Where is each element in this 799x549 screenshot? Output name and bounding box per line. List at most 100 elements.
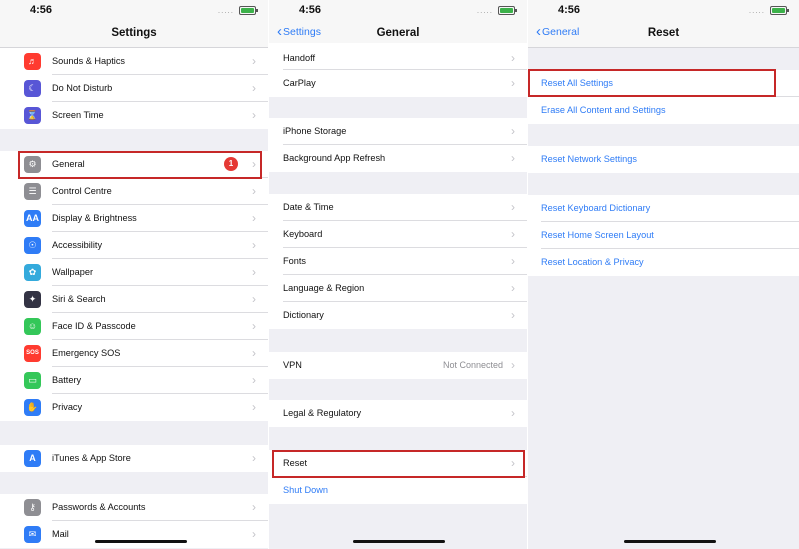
mail-icon: ✉ <box>24 526 41 543</box>
settings-item-emergency-sos[interactable]: SOS Emergency SOS › <box>0 340 268 367</box>
settings-item-label: Privacy <box>52 402 83 412</box>
settings-item-label: Emergency SOS <box>52 348 121 358</box>
accessibility-icon: ☉ <box>24 237 41 254</box>
general-item-vpn[interactable]: VPN Not Connected › <box>269 352 527 379</box>
signal-icon: ..... <box>748 6 765 15</box>
chevron-right-icon: › <box>252 184 256 198</box>
gear-icon: ⚙ <box>24 156 41 173</box>
general-item-label: Keyboard <box>283 229 323 239</box>
general-item-legal[interactable]: Legal & Regulatory › <box>269 400 527 427</box>
signal-icon: ..... <box>217 6 234 15</box>
settings-item-mail[interactable]: ✉ Mail › <box>0 521 268 548</box>
reset-item-label: Reset Location & Privacy <box>541 257 644 267</box>
settings-item-passwords[interactable]: ⚷ Passwords & Accounts › <box>0 494 268 521</box>
general-screen: 4:56 ..... ‹Settings General Handoff › C… <box>269 0 527 549</box>
general-item-label: CarPlay <box>283 78 316 88</box>
reset-item-label: Erase All Content and Settings <box>541 105 666 115</box>
general-item-reset[interactable]: Reset › <box>269 450 527 477</box>
chevron-right-icon: › <box>511 151 515 165</box>
general-item-background-refresh[interactable]: Background App Refresh › <box>269 145 527 172</box>
general-item-label: Dictionary <box>283 310 324 320</box>
general-item-label: Reset <box>283 458 308 468</box>
chevron-right-icon: › <box>252 81 256 95</box>
settings-item-control-centre[interactable]: ☰ Control Centre › <box>0 178 268 205</box>
settings-item-display[interactable]: AA Display & Brightness › <box>0 205 268 232</box>
chevron-right-icon: › <box>511 124 515 138</box>
status-bar: 4:56 ..... <box>528 0 799 20</box>
chevron-right-icon: › <box>252 108 256 122</box>
chevron-right-icon: › <box>252 373 256 387</box>
settings-item-do-not-disturb[interactable]: ☾ Do Not Disturb › <box>0 75 268 102</box>
settings-item-face-id[interactable]: ☺ Face ID & Passcode › <box>0 313 268 340</box>
status-time: 4:56 <box>558 4 581 16</box>
settings-item-label: Do Not Disturb <box>52 83 113 93</box>
siri-icon: ✦ <box>24 291 41 308</box>
reset-item-label: Reset All Settings <box>541 78 614 88</box>
chevron-right-icon: › <box>511 281 515 295</box>
settings-item-sounds[interactable]: ♬ Sounds & Haptics › <box>0 48 268 75</box>
general-item-iphone-storage[interactable]: iPhone Storage › <box>269 118 527 145</box>
settings-item-siri[interactable]: ✦ Siri & Search › <box>0 286 268 313</box>
chevron-right-icon: › <box>511 227 515 241</box>
general-item-handoff[interactable]: Handoff › <box>269 43 527 70</box>
chevron-right-icon: › <box>252 292 256 306</box>
settings-item-accessibility[interactable]: ☉ Accessibility › <box>0 232 268 259</box>
speaker-icon: ♬ <box>24 53 41 70</box>
settings-item-label: Battery <box>52 375 82 385</box>
chevron-right-icon: › <box>252 211 256 225</box>
settings-item-battery[interactable]: ▭ Battery › <box>0 367 268 394</box>
status-time: 4:56 <box>299 4 322 16</box>
settings-item-label: Face ID & Passcode <box>52 321 136 331</box>
general-item-label: Background App Refresh <box>283 153 386 163</box>
shut-down-button[interactable]: Shut Down <box>269 477 527 504</box>
chevron-right-icon: › <box>511 358 515 372</box>
settings-item-general[interactable]: ⚙ General 1 › <box>0 151 268 178</box>
notification-badge: 1 <box>224 157 238 171</box>
general-item-date-time[interactable]: Date & Time › <box>269 194 527 221</box>
chevron-right-icon: › <box>252 400 256 414</box>
settings-item-label: General <box>52 159 85 169</box>
settings-item-label: Accessibility <box>52 240 103 250</box>
reset-network-settings-button[interactable]: Reset Network Settings <box>528 146 799 173</box>
general-item-keyboard[interactable]: Keyboard › <box>269 221 527 248</box>
hand-icon: ✋ <box>24 399 41 416</box>
battery-icon: ▭ <box>24 372 41 389</box>
status-bar: 4:56 ..... <box>269 0 527 20</box>
settings-item-label: Screen Time <box>52 110 104 120</box>
reset-home-screen-layout-button[interactable]: Reset Home Screen Layout <box>528 222 799 249</box>
chevron-right-icon: › <box>252 527 256 541</box>
reset-keyboard-dictionary-button[interactable]: Reset Keyboard Dictionary <box>528 195 799 222</box>
page-title: General <box>376 27 420 39</box>
settings-item-wallpaper[interactable]: ✿ Wallpaper › <box>0 259 268 286</box>
reset-item-label: Reset Keyboard Dictionary <box>541 203 651 213</box>
general-item-carplay[interactable]: CarPlay › <box>269 70 527 97</box>
nav-bar: ‹General Reset <box>528 20 799 48</box>
general-item-language-region[interactable]: Language & Region › <box>269 275 527 302</box>
chevron-right-icon: › <box>252 451 256 465</box>
reset-screen: 4:56 ..... ‹General Reset Reset All Sett… <box>528 0 799 549</box>
chevron-right-icon: › <box>252 319 256 333</box>
flower-icon: ✿ <box>24 264 41 281</box>
home-indicator <box>624 540 716 543</box>
reset-location-privacy-button[interactable]: Reset Location & Privacy <box>528 249 799 276</box>
page-title: Settings <box>111 27 157 39</box>
reset-all-settings-button[interactable]: Reset All Settings <box>528 70 799 97</box>
home-indicator <box>95 540 187 543</box>
chevron-right-icon: › <box>252 265 256 279</box>
settings-item-label: Passwords & Accounts <box>52 502 146 512</box>
status-time: 4:56 <box>30 4 53 16</box>
general-item-dictionary[interactable]: Dictionary › <box>269 302 527 329</box>
reset-item-label: Reset Home Screen Layout <box>541 230 654 240</box>
general-item-fonts[interactable]: Fonts › <box>269 248 527 275</box>
hourglass-icon: ⌛ <box>24 107 41 124</box>
general-item-label: Date & Time <box>283 202 334 212</box>
settings-item-label: iTunes & App Store <box>52 453 131 463</box>
settings-item-privacy[interactable]: ✋ Privacy › <box>0 394 268 421</box>
chevron-right-icon: › <box>511 76 515 90</box>
settings-item-itunes[interactable]: A iTunes & App Store › <box>0 445 268 472</box>
erase-all-content-button[interactable]: Erase All Content and Settings <box>528 97 799 124</box>
settings-item-screen-time[interactable]: ⌛ Screen Time › <box>0 102 268 129</box>
chevron-right-icon: › <box>252 157 256 171</box>
chevron-right-icon: › <box>252 54 256 68</box>
settings-item-label: Sounds & Haptics <box>52 56 126 66</box>
